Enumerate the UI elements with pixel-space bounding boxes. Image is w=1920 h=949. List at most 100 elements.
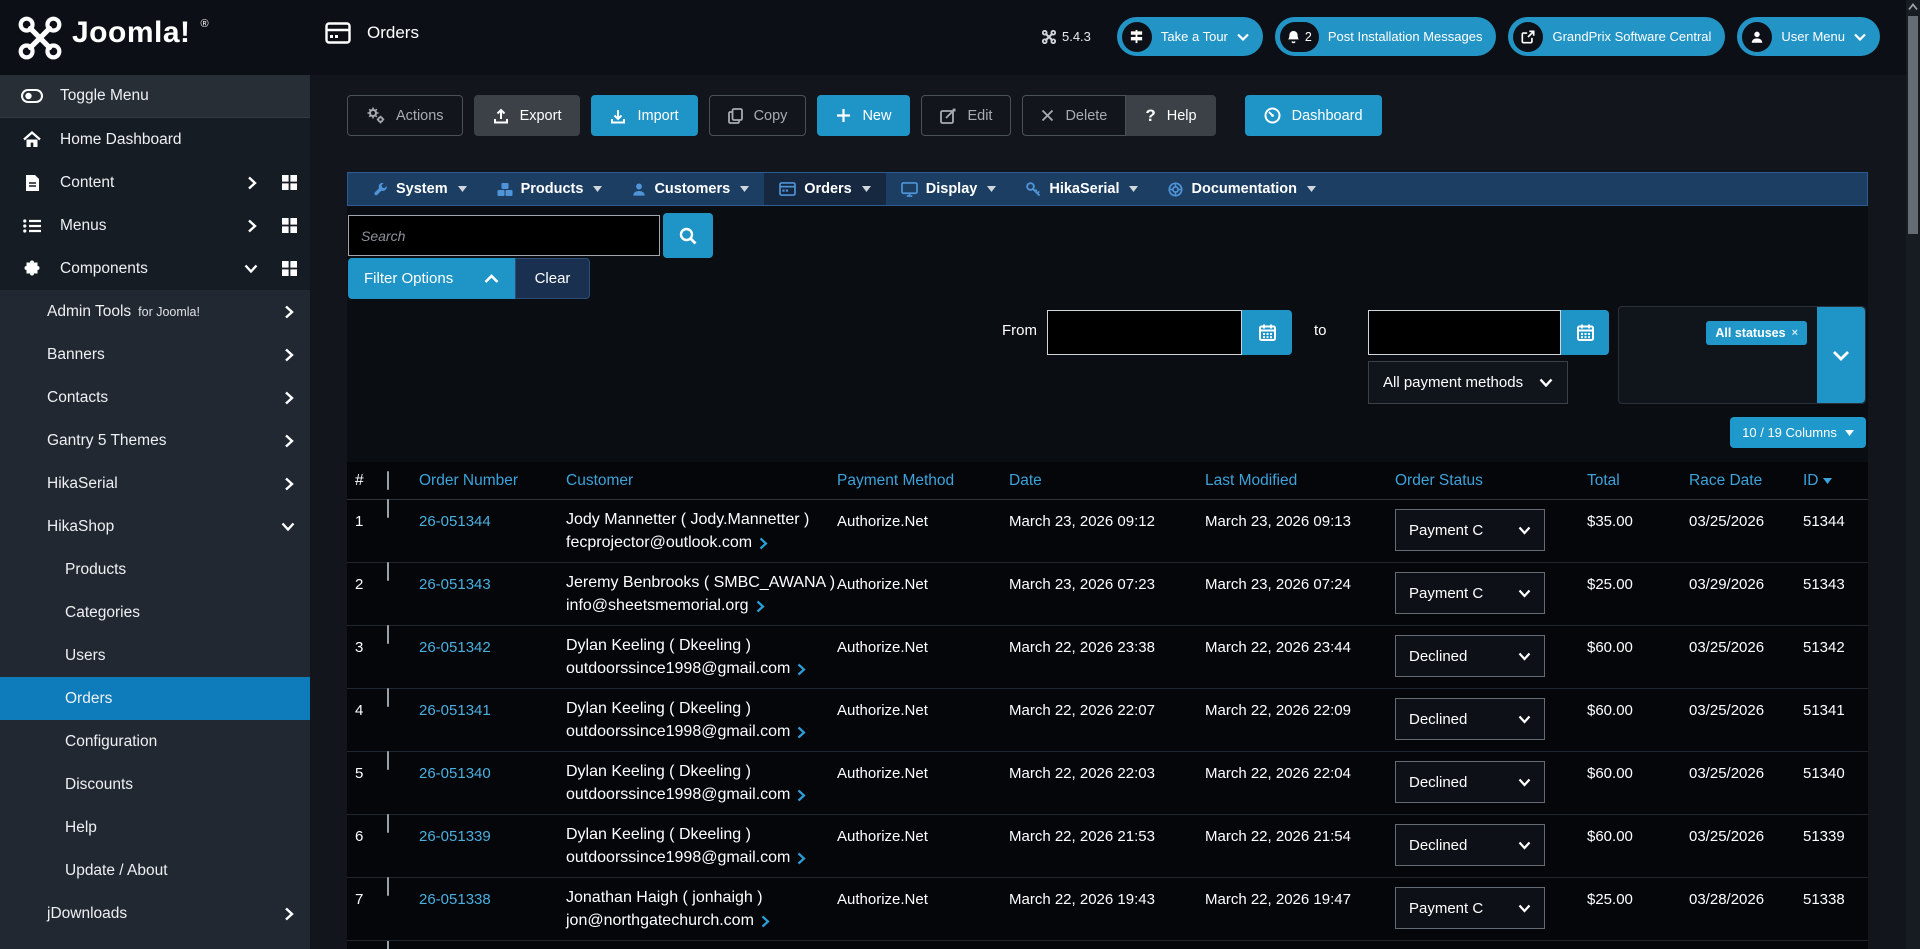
menu-display[interactable]: Display (886, 173, 1012, 205)
sidebar-item-hikashop[interactable]: HikaShop (0, 505, 310, 548)
email-chevron-icon[interactable] (797, 726, 806, 739)
date-to-input[interactable] (1368, 310, 1561, 355)
row-checkbox[interactable] (387, 625, 389, 644)
sidebar-item-banners[interactable]: Banners (0, 333, 310, 376)
grandprix-software-central-button[interactable]: GrandPrix Software Central (1508, 17, 1725, 56)
email-chevron-icon[interactable] (761, 915, 770, 928)
order-status-select[interactable]: Payment C (1395, 509, 1545, 551)
order-number-link[interactable]: 26-051341 (419, 702, 491, 719)
row-checkbox[interactable] (387, 499, 389, 518)
new-button[interactable]: New (817, 95, 910, 136)
sidebar-item-content[interactable]: Content (0, 161, 310, 204)
row-checkbox[interactable] (387, 751, 389, 770)
header-race-date[interactable]: Race Date (1689, 472, 1803, 490)
grid-icon[interactable] (281, 260, 298, 277)
vertical-scrollbar[interactable] (1906, 0, 1920, 949)
email-chevron-icon[interactable] (759, 537, 768, 550)
sidebar-item-contacts[interactable]: Contacts (0, 376, 310, 419)
sidebar-item-update-about[interactable]: Update / About (0, 849, 310, 892)
calendar-from-button[interactable] (1242, 310, 1292, 355)
header-payment-method[interactable]: Payment Method (837, 472, 1009, 490)
header-last-modified[interactable]: Last Modified (1205, 472, 1395, 490)
statuses-dropdown-button[interactable] (1817, 307, 1865, 403)
import-button[interactable]: Import (591, 95, 697, 136)
order-status-select[interactable]: Declined (1395, 761, 1545, 803)
edit-button[interactable]: Edit (921, 95, 1011, 136)
calendar-to-button[interactable] (1561, 310, 1609, 355)
sidebar-item-components[interactable]: Components (0, 247, 310, 290)
header-date[interactable]: Date (1009, 472, 1205, 490)
search-button[interactable] (663, 213, 713, 258)
header-customer[interactable]: Customer (566, 472, 837, 490)
delete-button[interactable]: Delete (1022, 95, 1126, 136)
take-a-tour-button[interactable]: Take a Tour (1117, 17, 1263, 56)
order-number-link[interactable]: 26-051338 (419, 891, 491, 908)
order-status-select[interactable]: Payment C (1395, 887, 1545, 929)
email-chevron-icon[interactable] (797, 789, 806, 802)
actions-button[interactable]: Actions (347, 95, 463, 136)
header-order-status[interactable]: Order Status (1395, 472, 1587, 490)
copy-button[interactable]: Copy (709, 95, 807, 136)
columns-selector-button[interactable]: 10 / 19 Columns (1730, 417, 1866, 448)
sidebar-item-help[interactable]: Help (0, 806, 310, 849)
menu-system[interactable]: System (358, 173, 482, 205)
sidebar-item-categories[interactable]: Categories (0, 591, 310, 634)
scrollbar-thumb[interactable] (1908, 16, 1918, 234)
select-all-checkbox[interactable] (387, 471, 389, 490)
row-checkbox[interactable] (387, 877, 389, 896)
menu-orders[interactable]: Orders (764, 173, 886, 205)
row-checkbox[interactable] (387, 562, 389, 581)
menu-customers[interactable]: Customers (617, 173, 764, 205)
help-button[interactable]: ? Help (1126, 95, 1215, 136)
scroll-up-arrow-icon[interactable] (1908, 3, 1918, 11)
order-status-select[interactable]: Declined (1395, 824, 1545, 866)
sidebar-item-hikaserial[interactable]: HikaSerial (0, 462, 310, 505)
menu-products[interactable]: Products (482, 173, 618, 205)
clear-button[interactable]: Clear (515, 258, 590, 299)
email-chevron-icon[interactable] (756, 600, 765, 613)
row-checkbox[interactable] (387, 688, 389, 707)
order-number-link[interactable]: 26-051343 (419, 576, 491, 593)
sidebar-item-jdownloads[interactable]: jDownloads (0, 892, 310, 935)
order-number-link[interactable]: 26-051344 (419, 513, 491, 530)
filter-options-button[interactable]: Filter Options (348, 258, 515, 299)
order-number-link[interactable]: 26-051340 (419, 765, 491, 782)
dashboard-button[interactable]: Dashboard (1245, 95, 1382, 136)
menu-hikaserial[interactable]: HikaSerial (1011, 173, 1153, 205)
header-id[interactable]: ID (1803, 472, 1868, 490)
grid-icon[interactable] (281, 174, 298, 191)
statuses-multiselect[interactable]: All statuses × (1618, 306, 1866, 404)
search-input[interactable] (348, 215, 660, 256)
remove-tag-icon[interactable]: × (1792, 327, 1798, 339)
menu-documentation[interactable]: Documentation (1153, 173, 1331, 205)
date-from-input[interactable] (1047, 310, 1242, 355)
payment-method-select[interactable]: All payment methods (1368, 361, 1568, 404)
sidebar-item-admin-tools[interactable]: Admin Tools for Joomla! (0, 290, 310, 333)
email-chevron-icon[interactable] (797, 852, 806, 865)
row-checkbox[interactable] (387, 814, 389, 833)
sidebar-item-products[interactable]: Products (0, 548, 310, 591)
grid-icon[interactable] (281, 217, 298, 234)
row-checkbox[interactable] (387, 941, 389, 949)
header-order-number[interactable]: Order Number (419, 472, 566, 490)
post-installation-messages-button[interactable]: 2 Post Installation Messages (1275, 17, 1497, 56)
sidebar-item-gantry-5-themes[interactable]: Gantry 5 Themes (0, 419, 310, 462)
header-total[interactable]: Total (1587, 472, 1689, 490)
sidebar-item-users[interactable]: Users (0, 634, 310, 677)
order-status-select[interactable]: Declined (1395, 635, 1545, 677)
sidebar-item-discounts[interactable]: Discounts (0, 763, 310, 806)
order-status-select[interactable]: Payment C (1395, 572, 1545, 614)
sidebar-item-configuration[interactable]: Configuration (0, 720, 310, 763)
email-chevron-icon[interactable] (797, 663, 806, 676)
toggle-menu-button[interactable]: Toggle Menu (0, 75, 310, 118)
order-number-link[interactable]: 26-051339 (419, 828, 491, 845)
order-number-link[interactable]: 26-051342 (419, 639, 491, 656)
sidebar-item-menus[interactable]: Menus (0, 204, 310, 247)
sidebar-item-orders[interactable]: Orders (0, 677, 310, 720)
sidebar-item-news-feeds[interactable]: News Feeds (0, 935, 310, 949)
sidebar-item-home-dashboard[interactable]: Home Dashboard (0, 118, 310, 161)
export-button[interactable]: Export (474, 95, 581, 136)
user-menu-button[interactable]: User Menu (1737, 17, 1880, 56)
order-status-select[interactable]: Declined (1395, 698, 1545, 740)
all-statuses-tag[interactable]: All statuses × (1706, 321, 1807, 345)
